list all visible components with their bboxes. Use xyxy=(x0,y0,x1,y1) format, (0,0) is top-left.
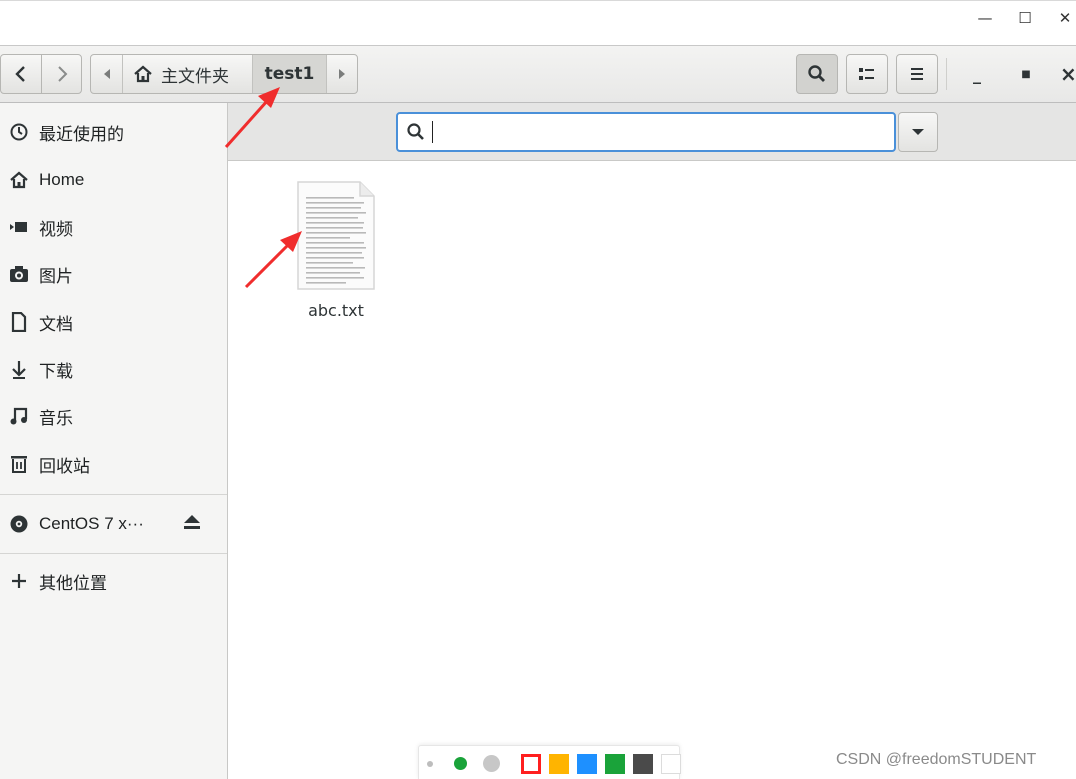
home-icon xyxy=(8,169,30,191)
sidebar-item-label: 音乐 xyxy=(39,408,73,429)
menu-button[interactable] xyxy=(896,54,938,94)
view-mode-button[interactable] xyxy=(846,54,888,94)
sidebar-item-device-centos[interactable]: CentOS 7 x··· xyxy=(0,501,227,547)
text-cursor xyxy=(432,121,433,143)
headerbar-close-button[interactable]: × xyxy=(1060,58,1076,90)
chevron-right-icon xyxy=(57,66,67,82)
trash-icon xyxy=(8,453,30,475)
search-toggle-button[interactable] xyxy=(796,54,838,94)
sidebar-item-videos[interactable]: 视频 xyxy=(0,204,227,250)
sidebar-item-downloads[interactable]: 下载 xyxy=(0,346,227,392)
recent-clock-icon xyxy=(8,121,30,143)
headerbar-maximize-button[interactable]: ■ xyxy=(1012,58,1040,90)
pathbar-scroll-left-button[interactable] xyxy=(91,55,123,93)
sidebar-item-documents[interactable]: 文档 xyxy=(0,299,227,345)
search-icon xyxy=(407,123,424,140)
sidebar-item-recent[interactable]: 最近使用的 xyxy=(0,109,227,155)
pathbar: 主文件夹 test1 xyxy=(90,54,358,94)
chevron-left-icon xyxy=(15,66,25,82)
palette-color-option[interactable] xyxy=(633,754,653,774)
sidebar: 最近使用的 Home 视频 图片 文档 下载 音乐 回收站 CentOS 7 x… xyxy=(0,103,228,779)
palette-color-option[interactable] xyxy=(483,755,500,772)
plus-icon xyxy=(8,570,30,592)
disc-icon xyxy=(8,513,30,535)
triangle-down-icon xyxy=(912,129,924,135)
eject-icon[interactable] xyxy=(182,513,202,535)
document-icon xyxy=(8,311,30,333)
sidebar-item-label: 下载 xyxy=(39,361,73,382)
pathbar-home-segment[interactable]: 主文件夹 xyxy=(123,55,253,93)
sidebar-separator xyxy=(0,553,227,554)
pathbar-current-label: test1 xyxy=(264,64,315,84)
sidebar-item-trash[interactable]: 回收站 xyxy=(0,441,227,487)
palette-color-option[interactable] xyxy=(454,757,467,770)
music-note-icon xyxy=(8,405,30,427)
headerbar-minimize-button[interactable]: _ xyxy=(962,58,992,90)
window-minimize-button[interactable]: — xyxy=(970,7,1000,29)
forward-button[interactable] xyxy=(41,54,82,94)
search-bar xyxy=(228,103,1076,161)
triangle-left-icon xyxy=(103,69,110,79)
sidebar-item-label: 最近使用的 xyxy=(39,124,124,145)
triangle-right-icon xyxy=(339,69,345,79)
palette-color-option[interactable] xyxy=(549,754,569,774)
search-input[interactable] xyxy=(396,112,896,152)
sidebar-item-music[interactable]: 音乐 xyxy=(0,393,227,439)
sidebar-item-pictures[interactable]: 图片 xyxy=(0,251,227,297)
hamburger-menu-icon xyxy=(911,68,923,80)
palette-color-option[interactable] xyxy=(577,754,597,774)
outer-window-titlebar: — ☐ ✕ xyxy=(0,0,1076,46)
sidebar-item-label: CentOS 7 x··· xyxy=(39,514,144,533)
palette-color-option[interactable] xyxy=(427,761,433,767)
sidebar-item-label: 视频 xyxy=(39,219,73,240)
search-icon xyxy=(808,65,825,82)
home-icon xyxy=(134,65,152,83)
sidebar-item-label: 文档 xyxy=(39,314,73,335)
video-camera-icon xyxy=(8,216,30,238)
sidebar-separator xyxy=(0,494,227,495)
window-maximize-button[interactable]: ☐ xyxy=(1010,7,1040,29)
file-item[interactable]: abc.txt xyxy=(286,179,386,324)
headerbar: 主文件夹 test1 _ ■ × xyxy=(0,46,1076,103)
palette-color-option[interactable] xyxy=(661,754,681,774)
window-close-button[interactable]: ✕ xyxy=(1050,7,1076,29)
sidebar-item-label: 其他位置 xyxy=(39,573,107,594)
sidebar-item-home[interactable]: Home xyxy=(0,157,227,203)
sidebar-item-label: 图片 xyxy=(39,266,73,287)
camera-icon xyxy=(8,263,30,285)
pathbar-home-label: 主文件夹 xyxy=(161,66,229,87)
pathbar-current-segment[interactable]: test1 xyxy=(253,55,327,93)
file-name-label: abc.txt xyxy=(308,301,364,320)
headerbar-separator xyxy=(946,58,947,90)
watermark: CSDN @freedomSTUDENT xyxy=(836,751,1037,768)
list-view-icon xyxy=(859,68,874,80)
sidebar-item-other-locations[interactable]: 其他位置 xyxy=(0,558,227,604)
download-arrow-icon xyxy=(8,358,30,380)
pathbar-scroll-right-button[interactable] xyxy=(327,55,357,93)
search-options-dropdown-button[interactable] xyxy=(898,112,938,152)
sidebar-item-label: 回收站 xyxy=(39,456,90,477)
palette-color-option-selected[interactable] xyxy=(521,754,541,774)
text-file-icon xyxy=(297,181,375,290)
annotation-palette xyxy=(418,745,681,779)
file-view: abc.txt xyxy=(228,161,1076,779)
palette-color-option[interactable] xyxy=(605,754,625,774)
sidebar-item-label: Home xyxy=(39,170,85,189)
back-button[interactable] xyxy=(0,54,42,94)
